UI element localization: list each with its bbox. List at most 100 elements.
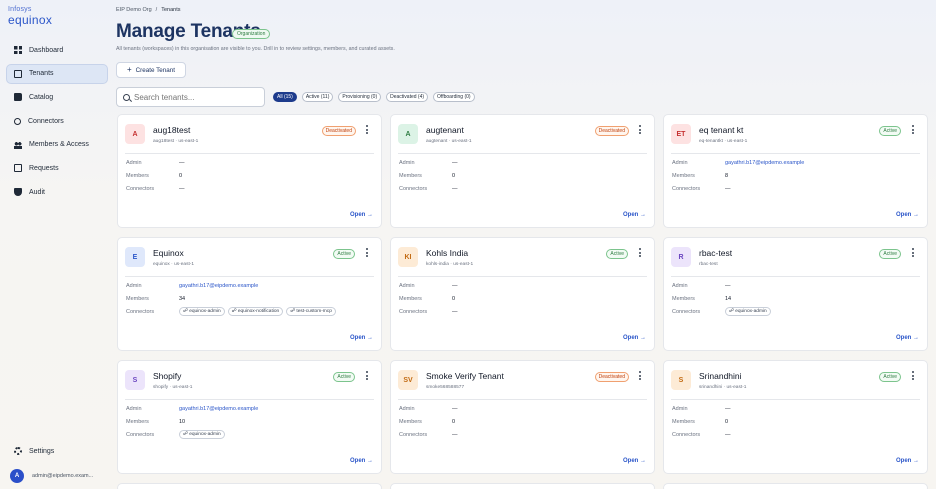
- card-divider: [398, 399, 647, 400]
- members-label: Members: [399, 296, 422, 302]
- status-filters: All (15) Active (11) Provisioning (0) De…: [273, 92, 480, 102]
- tenant-card[interactable]: KI Kohls India kohls-india · us-east-1 Acti…: [390, 237, 655, 351]
- members-icon: [14, 140, 22, 149]
- catalog-icon: [14, 93, 22, 102]
- filter-deactivated[interactable]: Deactivated (4): [386, 92, 429, 102]
- filter-all[interactable]: All (15): [273, 92, 297, 102]
- sidebar-item-label: Settings: [29, 447, 55, 455]
- tenant-name: aug18test: [153, 125, 191, 135]
- more-options-icon[interactable]: [366, 125, 369, 136]
- admin-label: Admin: [399, 406, 415, 412]
- tenant-card[interactable]: SV Smoke Verify Tenant smoke568588577 Deact…: [390, 360, 655, 474]
- more-options-icon[interactable]: [912, 248, 915, 259]
- open-tenant-link[interactable]: Open →: [623, 212, 646, 218]
- sidebar-item-label: Connectors: [28, 117, 64, 125]
- connector-chip[interactable]: ☍ equinox-admin: [179, 307, 225, 316]
- open-tenant-link[interactable]: Open →: [896, 212, 919, 218]
- open-tenant-link[interactable]: Open →: [896, 458, 919, 464]
- tenant-card[interactable]: E Equinox equinox · us-east-1 Active Admin ga…: [117, 237, 382, 351]
- admin-value[interactable]: gayathri.b17@eipdemo.example: [179, 283, 258, 289]
- status-badge: Active: [606, 249, 628, 259]
- members-label: Members: [672, 296, 695, 302]
- tenant-card[interactable]: Rrbac-test rbac-test Active Admin — Members 14…: [663, 237, 928, 351]
- tenant-name: Equinox: [153, 248, 184, 258]
- sidebar-item-label: Dashboard: [29, 46, 64, 54]
- tenant-slug-region: equinox · us-east-1: [153, 262, 195, 267]
- sidebar-item-audit[interactable]: Audit: [6, 182, 108, 202]
- tenant-card[interactable]: S Srinandhini srinandhini · us-east-1 Activ…: [663, 360, 928, 474]
- more-options-icon[interactable]: [639, 371, 642, 382]
- sidebar-item-label: Catalog: [29, 93, 54, 101]
- filter-provisioning[interactable]: Provisioning (0): [338, 92, 382, 102]
- admin-value[interactable]: gayathri.b17@eipdemo.example: [179, 406, 258, 412]
- tenant-card-partial[interactable]: [390, 483, 655, 489]
- sidebar-item-catalog[interactable]: Catalog: [6, 87, 108, 107]
- tenant-card-partial[interactable]: [663, 483, 928, 489]
- connector-chip[interactable]: ☍ equinox-admin: [179, 430, 225, 439]
- sidebar-item-connectors[interactable]: Connectors: [6, 111, 108, 131]
- tenant-slug-region: rbac-test: [699, 262, 718, 267]
- open-tenant-link[interactable]: Open →: [350, 458, 373, 464]
- members-label: Members: [126, 419, 149, 425]
- members-value: 0: [179, 173, 183, 179]
- tenant-avatar: ET: [671, 124, 691, 144]
- search-box[interactable]: [116, 87, 265, 107]
- more-options-icon[interactable]: [912, 125, 915, 136]
- more-options-icon[interactable]: [366, 248, 369, 259]
- members-value: 0: [452, 173, 456, 179]
- open-tenant-link[interactable]: Open →: [623, 458, 646, 464]
- tenant-slug-region: shopify · us-east-1: [153, 385, 193, 390]
- more-options-icon[interactable]: [912, 371, 915, 382]
- tenant-avatar: SV: [398, 370, 418, 390]
- tenant-avatar: S: [125, 370, 145, 390]
- connectors-value: —: [452, 309, 458, 315]
- members-value: 10: [179, 419, 186, 425]
- dashboard-icon: [14, 46, 22, 54]
- sidebar-item-settings[interactable]: Settings: [6, 441, 108, 461]
- status-badge: Active: [879, 126, 901, 136]
- brand-logo[interactable]: Infosys equinox: [0, 6, 114, 36]
- status-badge: Deactivated: [594, 372, 629, 382]
- connector-chip[interactable]: ☍ equinox-notification: [227, 307, 284, 316]
- tenant-card[interactable]: S Shopify shopify · us-east-1 Active Admin ga…: [117, 360, 382, 474]
- sidebar-item-requests[interactable]: Requests: [6, 158, 108, 178]
- admin-value[interactable]: gayathri.b17@eipdemo.example: [725, 160, 804, 166]
- connector-name: equinox-admin: [189, 432, 221, 437]
- gear-icon: [14, 447, 22, 455]
- connector-chip[interactable]: ☍ equinox-admin: [725, 307, 771, 316]
- search-input[interactable]: [134, 92, 254, 102]
- filter-active[interactable]: Active (11): [301, 92, 334, 102]
- connectors-label: Connectors: [672, 309, 701, 315]
- tenant-card-partial[interactable]: [117, 483, 382, 489]
- tenant-card[interactable]: Aaug18test aug18test · us-east-1 Deactivat…: [117, 114, 382, 228]
- connector-name: equinox-admin: [735, 309, 767, 314]
- more-options-icon[interactable]: [639, 125, 642, 136]
- tenant-card[interactable]: Aaugtenant augtenant · us-east-1 Deactivat…: [390, 114, 655, 228]
- card-divider: [398, 153, 647, 154]
- open-tenant-link[interactable]: Open →: [623, 335, 646, 341]
- connectors-label: Connectors: [126, 309, 155, 315]
- tenant-avatar: E: [125, 247, 145, 267]
- sidebar-item-tenants[interactable]: Tenants: [6, 63, 108, 84]
- card-divider: [671, 153, 920, 154]
- sidebar-item-members-access[interactable]: Members & Access: [6, 135, 108, 155]
- members-value: 0: [452, 419, 456, 425]
- breadcrumb-org[interactable]: EIP Demo Org: [116, 7, 152, 13]
- connectors-label: Connectors: [399, 309, 428, 315]
- user-menu[interactable]: A admin@eipdemo.exam...: [10, 469, 93, 483]
- sidebar-item-dashboard[interactable]: Dashboard: [6, 40, 108, 60]
- open-tenant-link[interactable]: Open →: [896, 335, 919, 341]
- status-badge: Active: [333, 249, 355, 259]
- open-tenant-link[interactable]: Open →: [350, 335, 373, 341]
- filter-offboarding[interactable]: Offboarding (0): [433, 92, 475, 102]
- more-options-icon[interactable]: [639, 248, 642, 259]
- connector-chip[interactable]: ☍ test-custom-mcp: [286, 307, 336, 316]
- create-tenant-button[interactable]: + Create Tenant: [116, 62, 186, 78]
- admin-label: Admin: [672, 160, 688, 166]
- admin-value: —: [452, 406, 458, 412]
- open-tenant-link[interactable]: Open →: [350, 212, 373, 218]
- tenant-card[interactable]: ET eq tenant kt eq-tenantkt · us-east-1 Act…: [663, 114, 928, 228]
- members-label: Members: [399, 419, 422, 425]
- more-options-icon[interactable]: [366, 371, 369, 382]
- status-badge: Deactivated: [321, 126, 356, 136]
